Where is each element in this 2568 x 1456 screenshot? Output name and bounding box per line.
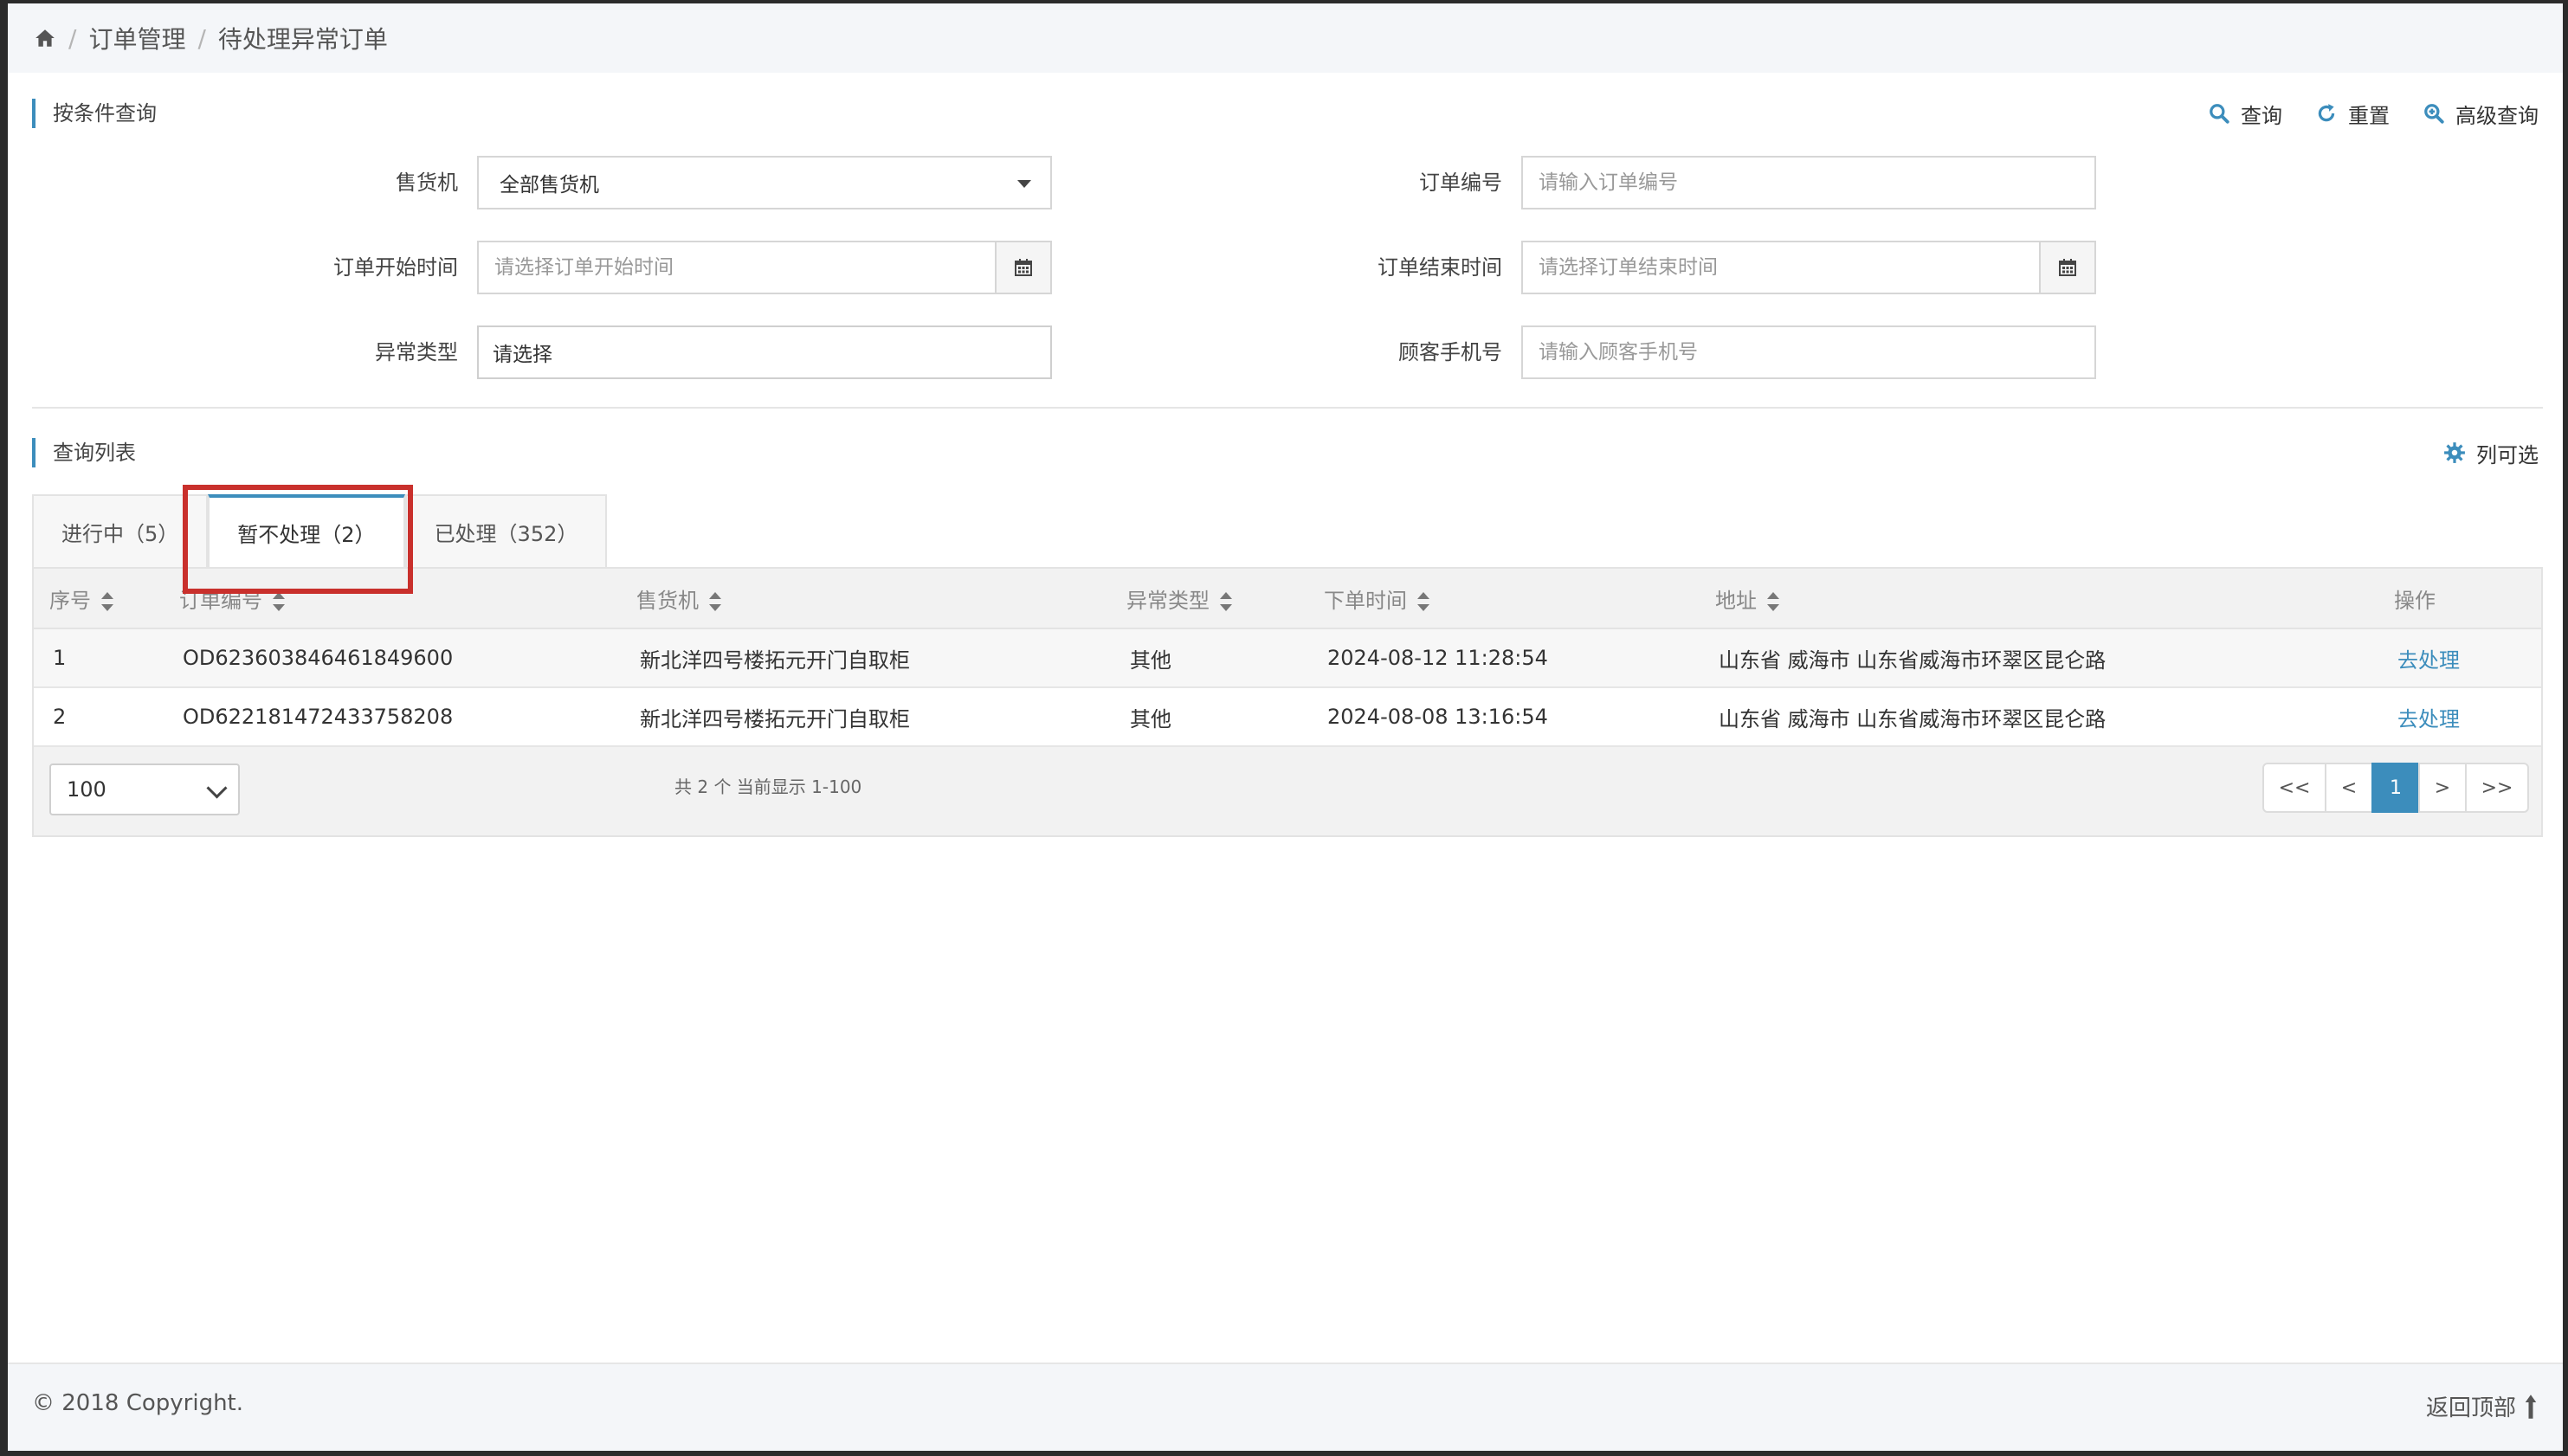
- arrow-up-icon: [2525, 1394, 2537, 1419]
- sort-icon: [273, 591, 285, 611]
- start-time-label: 订单开始时间: [333, 255, 458, 280]
- next-page-button[interactable]: >: [2418, 763, 2467, 813]
- column-toggle-button[interactable]: 列可选: [2443, 438, 2539, 468]
- end-time-input[interactable]: [1537, 255, 2034, 280]
- exception-type-select-value: 请选择: [493, 344, 552, 366]
- column-header-index[interactable]: 序号: [34, 569, 164, 629]
- process-link[interactable]: 去处理: [2397, 707, 2460, 731]
- reset-button[interactable]: 重置: [2315, 99, 2390, 129]
- cell-address: 山东省 威海市 山东省威海市环翠区昆仑路: [1700, 687, 2378, 747]
- tab-on-hold[interactable]: 暂不处理（2）: [208, 494, 405, 567]
- sort-icon: [101, 591, 113, 611]
- back-to-top-label: 返回顶部: [2425, 1395, 2516, 1421]
- cell-order-time: 2024-08-08 13:16:54: [1308, 687, 1700, 747]
- section-divider: [32, 407, 2543, 409]
- copyright-text: © 2018 Copyright.: [32, 1390, 244, 1416]
- advanced-query-button[interactable]: 高级查询: [2423, 99, 2539, 129]
- vending-machine-select-value: 全部售货机: [500, 174, 599, 196]
- table-row: 1 OD623603846461849600 新北洋四号楼拓元开门自取柜 其他 …: [34, 628, 2541, 688]
- page-size-value: 100: [67, 777, 106, 802]
- start-time-field[interactable]: [477, 241, 1052, 294]
- sort-icon: [1417, 591, 1429, 611]
- chevron-down-icon: [206, 777, 228, 799]
- sort-icon: [1767, 591, 1779, 611]
- caret-down-icon: [1017, 180, 1031, 188]
- breadcrumb-item-current: 待处理异常订单: [217, 25, 388, 54]
- pagination: << < 1 > >>: [2262, 763, 2529, 813]
- exception-type-label: 异常类型: [375, 340, 458, 364]
- column-header-address[interactable]: 地址: [1700, 569, 2378, 629]
- cell-address: 山东省 威海市 山东省威海市环翠区昆仑路: [1700, 628, 2378, 688]
- sort-icon: [1220, 591, 1232, 611]
- vending-machine-select[interactable]: 全部售货机: [477, 156, 1052, 209]
- gear-icon: [2444, 442, 2465, 463]
- column-header-vending-machine[interactable]: 售货机: [621, 569, 1111, 629]
- search-toolbar: 查询 重置 高级查询: [2208, 99, 2539, 128]
- cell-order-time: 2024-08-12 11:28:54: [1308, 628, 1700, 688]
- status-tabs: 进行中（5） 暂不处理（2） 已处理（352）: [32, 494, 608, 567]
- column-header-actions: 操作: [2378, 569, 2541, 629]
- order-number-field[interactable]: [1521, 156, 2096, 209]
- column-header-order-time[interactable]: 下单时间: [1308, 569, 1700, 629]
- vending-machine-label: 售货机: [396, 171, 458, 195]
- last-page-button[interactable]: >>: [2465, 763, 2529, 813]
- start-time-input[interactable]: [493, 255, 990, 280]
- page-size-select[interactable]: 100: [49, 763, 240, 815]
- breadcrumb: / 订单管理 / 待处理异常订单: [8, 3, 2563, 73]
- cell-exception-type: 其他: [1111, 628, 1308, 688]
- list-section-title: 查询列表: [32, 438, 136, 467]
- back-to-top-link[interactable]: 返回顶部: [2426, 1390, 2539, 1422]
- order-number-label: 订单编号: [1419, 171, 1502, 195]
- table-panel: 序号 订单编号 售货机 异常类型 下单时间 地址 操作 1 OD62360384…: [32, 567, 2543, 837]
- tab-in-progress[interactable]: 进行中（5）: [32, 494, 209, 567]
- column-header-order-number[interactable]: 订单编号: [164, 569, 621, 629]
- customer-phone-label: 顾客手机号: [1398, 340, 1502, 364]
- page-button-current[interactable]: 1: [2371, 763, 2420, 813]
- cell-vending-machine: 新北洋四号楼拓元开门自取柜: [621, 687, 1111, 747]
- column-toggle-label: 列可选: [2476, 442, 2539, 467]
- first-page-button[interactable]: <<: [2262, 763, 2326, 813]
- query-button-label: 查询: [2241, 103, 2282, 128]
- footer: © 2018 Copyright. 返回顶部: [8, 1363, 2563, 1451]
- list-toolbar: 列可选: [2443, 438, 2539, 467]
- breadcrumb-separator: /: [197, 23, 206, 53]
- customer-phone-input[interactable]: [1537, 340, 2094, 364]
- calendar-icon: [1015, 259, 1032, 276]
- process-link[interactable]: 去处理: [2397, 648, 2460, 673]
- cell-index: 2: [34, 687, 164, 747]
- order-number-input[interactable]: [1537, 171, 2094, 195]
- advanced-query-button-label: 高级查询: [2455, 103, 2539, 128]
- home-icon[interactable]: [34, 27, 56, 49]
- cell-exception-type: 其他: [1111, 687, 1308, 747]
- search-section-title: 按条件查询: [32, 99, 157, 128]
- sort-icon: [709, 591, 721, 611]
- cell-vending-machine: 新北洋四号楼拓元开门自取柜: [621, 628, 1111, 688]
- search-icon: [2210, 104, 2229, 124]
- orders-table: 序号 订单编号 售货机 异常类型 下单时间 地址 操作 1 OD62360384…: [34, 569, 2541, 747]
- cell-order-number: OD622181472433758208: [164, 687, 621, 747]
- end-time-field[interactable]: [1521, 241, 2096, 294]
- end-time-label: 订单结束时间: [1378, 255, 1502, 280]
- column-header-exception-type[interactable]: 异常类型: [1111, 569, 1308, 629]
- query-button[interactable]: 查询: [2208, 99, 2282, 129]
- breadcrumb-separator: /: [68, 23, 77, 53]
- zoom-in-icon: [2424, 104, 2444, 124]
- table-header-row: 序号 订单编号 售货机 异常类型 下单时间 地址 操作: [34, 569, 2541, 629]
- prev-page-button[interactable]: <: [2325, 763, 2373, 813]
- calendar-icon: [2059, 259, 2076, 276]
- end-time-calendar-button[interactable]: [2039, 242, 2094, 293]
- pagination-summary: 共 2 个 当前显示 1-100: [674, 776, 862, 797]
- cell-index: 1: [34, 628, 164, 688]
- customer-phone-field[interactable]: [1521, 325, 2096, 379]
- cell-order-number: OD623603846461849600: [164, 628, 621, 688]
- exception-type-select[interactable]: 请选择: [477, 325, 1052, 379]
- tab-processed[interactable]: 已处理（352）: [404, 494, 608, 567]
- breadcrumb-item-order-management[interactable]: 订单管理: [88, 21, 185, 55]
- refresh-icon: [2318, 104, 2335, 122]
- table-row: 2 OD622181472433758208 新北洋四号楼拓元开门自取柜 其他 …: [34, 687, 2541, 747]
- app-window: / 订单管理 / 待处理异常订单 按条件查询 查询 重置 高级查询 售货机 全部…: [0, 0, 2568, 1456]
- reset-button-label: 重置: [2348, 103, 2390, 128]
- start-time-calendar-button[interactable]: [995, 242, 1050, 293]
